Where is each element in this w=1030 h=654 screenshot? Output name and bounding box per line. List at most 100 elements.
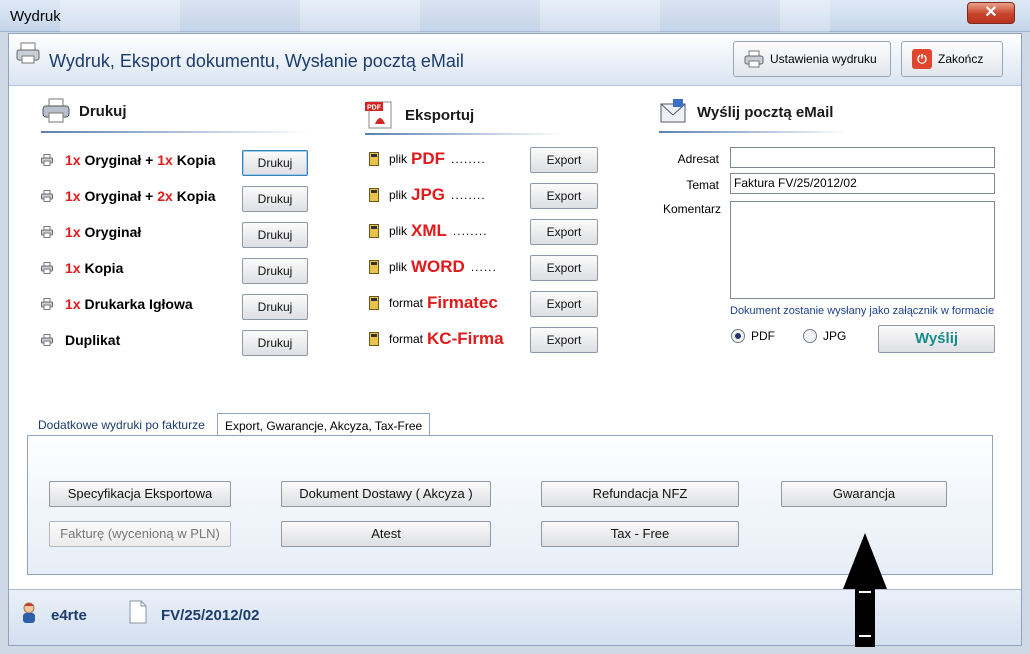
print-option-label-part: 1x [157, 152, 177, 168]
print-option-label-part: Oryginał + [84, 152, 158, 168]
export-specification-button[interactable]: Specyfikacja Eksportowa [49, 481, 231, 507]
export-section-heading: PDF Eksportuj [365, 100, 474, 130]
format-radio-jpg[interactable]: JPG [803, 329, 846, 343]
subject-label: Temat [686, 178, 719, 192]
send-email-button[interactable]: Wyślij [878, 325, 995, 353]
file-icon [369, 260, 379, 274]
email-section-heading: Wyślij pocztą eMail [659, 98, 833, 126]
document-icon [129, 600, 147, 624]
titlebar-background [60, 0, 830, 32]
print-settings-button[interactable]: Ustawienia wydruku [733, 41, 891, 77]
print-button[interactable]: Drukuj [242, 294, 308, 320]
print-option-row: 1x Oryginał [41, 224, 141, 240]
print-option-label-part: 1x [65, 296, 85, 312]
address-label: Adresat [677, 152, 719, 166]
subject-input[interactable]: Faktura FV/25/2012/02 [730, 173, 995, 194]
tab-additional-prints[interactable]: Dodatkowe wydruki po fakturze [31, 413, 212, 437]
print-button[interactable]: Drukuj [242, 258, 308, 284]
export-option-row: plik XML........ [369, 221, 488, 241]
export-button[interactable]: Export [530, 219, 598, 245]
printer-icon [41, 334, 53, 346]
export-button[interactable]: Export [530, 327, 598, 353]
export-option-row: plik JPG........ [369, 185, 486, 205]
tax-free-button[interactable]: Tax - Free [541, 521, 739, 547]
comment-label: Komentarz [662, 202, 721, 216]
export-format: JPG [411, 185, 446, 204]
print-option-label-part: Oryginał + [84, 188, 158, 204]
email-heading-divider [659, 131, 849, 133]
file-icon [369, 188, 379, 202]
export-prefix: plik [389, 260, 408, 274]
address-input[interactable] [730, 147, 995, 168]
footer-user: e4rte [21, 602, 87, 624]
print-button[interactable]: Drukuj [242, 330, 308, 356]
export-prefix: format [389, 332, 424, 346]
export-format: KC-Firma [427, 329, 504, 348]
mail-icon [660, 99, 686, 123]
export-button[interactable]: Export [530, 183, 598, 209]
nfz-refund-button[interactable]: Refundacja NFZ [541, 481, 739, 507]
close-icon: ✕ [984, 4, 998, 21]
format-radio-pdf[interactable]: PDF [731, 329, 775, 343]
tab-export-warranty[interactable]: Export, Gwarancje, Akcyza, Tax-Free [217, 413, 431, 436]
format-radio-jpg-label: JPG [823, 329, 847, 343]
print-option-label-part: Oryginał [84, 224, 142, 240]
window-close-button[interactable]: ✕ [967, 2, 1015, 24]
print-option-label-part: 2x [157, 188, 177, 204]
print-heading-label: Drukuj [79, 102, 127, 120]
user-icon [23, 602, 35, 623]
printer-icon [42, 98, 70, 123]
print-option-label-part: Kopia [176, 152, 216, 168]
comment-textarea[interactable] [730, 201, 995, 299]
printer-icon [41, 154, 53, 166]
print-button[interactable]: Drukuj [242, 222, 308, 248]
dialog-client-area: Wydruk, Eksport dokumentu, Wysłanie pocz… [8, 33, 1022, 647]
print-option-row: Duplikat [41, 332, 120, 348]
print-option-row: 1x Drukarka Igłowa [41, 296, 193, 312]
export-dots: ...... [470, 260, 497, 274]
export-option-row: format KC-Firma [369, 329, 504, 349]
export-heading-label: Eksportuj [405, 106, 475, 124]
footer-document: FV/25/2012/02 [129, 600, 259, 624]
export-option-row: plik WORD...... [369, 257, 497, 277]
print-option-label-part: Drukarka Igłowa [84, 296, 193, 312]
printer-icon [16, 42, 40, 64]
export-format: PDF [411, 149, 446, 168]
file-icon [369, 152, 379, 166]
printer-icon [41, 190, 53, 202]
certificate-button[interactable]: Atest [281, 521, 491, 547]
export-button[interactable]: Export [530, 291, 598, 317]
export-prefix: plik [389, 152, 408, 166]
export-prefix: format [389, 296, 424, 310]
export-button[interactable]: Export [530, 255, 598, 281]
print-option-label-part: Kopia [84, 260, 124, 276]
print-option-label-part: Duplikat [65, 332, 121, 348]
file-icon [369, 224, 379, 238]
delivery-document-button[interactable]: Dokument Dostawy ( Akcyza ) [281, 481, 491, 507]
power-icon: ⏻ [912, 49, 932, 69]
radio-selected-indicator [731, 329, 745, 343]
print-option-row: 1x Kopia [41, 260, 123, 276]
finish-label: Zakończ [938, 52, 984, 66]
print-settings-label: Ustawienia wydruku [770, 52, 877, 66]
print-option-row: 1x Oryginał + 2x Kopia [41, 188, 216, 204]
window-title: Wydruk [10, 8, 61, 25]
print-option-label-part: Kopia [176, 188, 216, 204]
print-button[interactable]: Drukuj [242, 150, 308, 176]
export-heading-divider [365, 133, 565, 135]
finish-button[interactable]: ⏻ Zakończ [901, 41, 1003, 77]
invoice-pln-button: Fakturę (wycenioną w PLN) [49, 521, 231, 547]
export-button[interactable]: Export [530, 147, 598, 173]
export-option-row: plik PDF........ [369, 149, 486, 169]
print-button[interactable]: Drukuj [242, 186, 308, 212]
radio-unselected-indicator [803, 329, 817, 343]
print-option-label-part: 1x [65, 260, 85, 276]
export-dots: ........ [451, 152, 486, 166]
printer-icon [41, 262, 53, 274]
export-dots: ........ [452, 224, 488, 238]
printer-icon [41, 298, 53, 310]
footer-document-number: FV/25/2012/02 [161, 607, 260, 624]
warranty-button[interactable]: Gwarancja [781, 481, 947, 507]
export-format: Firmatec [427, 293, 498, 312]
export-prefix: plik [389, 224, 408, 238]
